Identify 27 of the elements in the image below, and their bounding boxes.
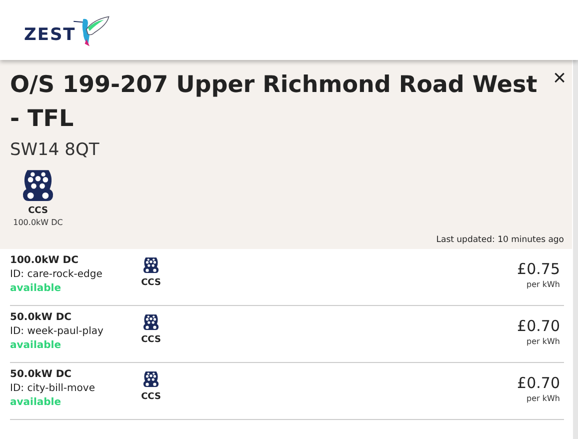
charger-id: ID: city-bill-move <box>10 382 96 396</box>
station-title: O/S 199-207 Upper Richmond Road West - TFL <box>10 71 538 134</box>
price: £0.75 <box>517 260 560 278</box>
price-unit: per kWh <box>526 280 560 289</box>
charger-id: ID: week-paul-play <box>10 325 104 339</box>
scrollbar[interactable] <box>573 60 578 439</box>
charger-status: available <box>10 282 62 296</box>
charger-status: available <box>10 339 62 353</box>
charger-status: available <box>10 396 62 410</box>
logo-text: ZEST <box>24 25 76 45</box>
charger-id: ID: care-rock-edge <box>10 268 104 282</box>
price: £0.70 <box>517 374 560 392</box>
price: £0.70 <box>517 317 560 335</box>
last-updated: Last updated: 10 minutes ago <box>435 235 565 245</box>
close-button[interactable]: × <box>553 70 566 86</box>
connector-label: CCS <box>141 392 161 402</box>
connector-label: CCS <box>28 206 48 216</box>
connector-label: CCS <box>141 335 161 345</box>
postcode: SW14 8QT <box>10 140 100 160</box>
connector-power: 100.0kW DC <box>13 218 63 227</box>
connector-icon <box>22 168 54 202</box>
charger-power: 50.0kW DC <box>10 368 72 382</box>
price-unit: per kWh <box>526 337 560 346</box>
connector-label: CCS <box>141 278 161 288</box>
charger-power: 100.0kW DC <box>10 254 80 268</box>
charger-power: 50.0kW DC <box>10 311 72 325</box>
price-unit: per kWh <box>526 394 560 403</box>
